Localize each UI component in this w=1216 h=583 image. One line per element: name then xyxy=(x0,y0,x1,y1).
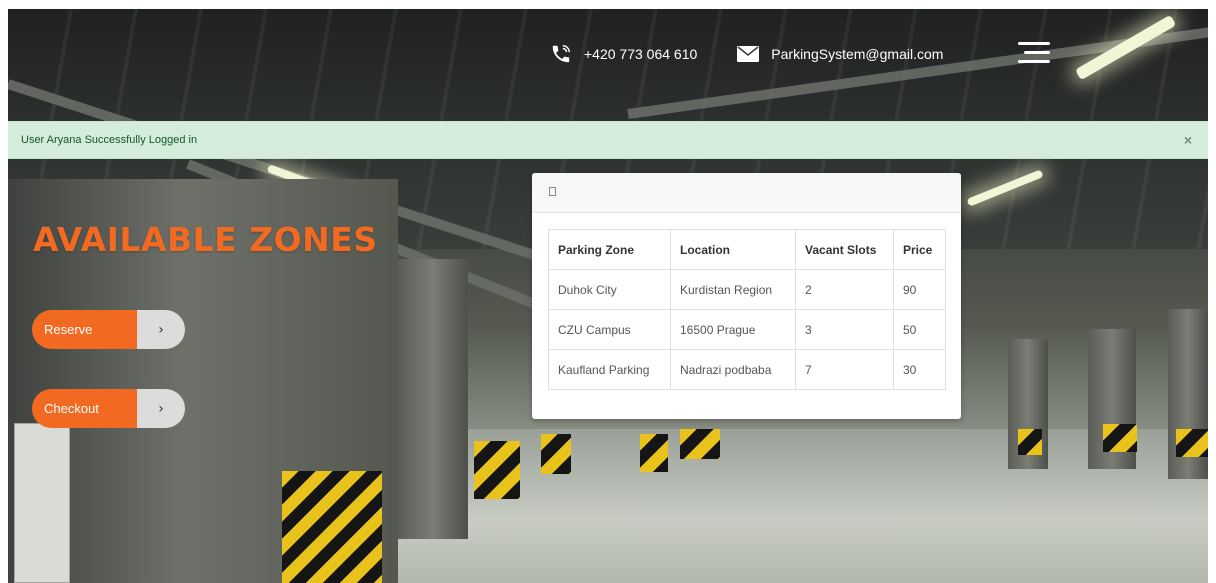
alert-close-button[interactable]: × xyxy=(1184,132,1192,148)
hazard-stripe xyxy=(282,471,382,583)
chevron-right-icon: › xyxy=(137,389,185,428)
table-cell: 2 xyxy=(795,269,894,310)
column-header: Location xyxy=(670,229,796,270)
placeholder-glyph-icon xyxy=(549,187,556,196)
zones-table: Parking Zone Location Vacant Slots Price… xyxy=(548,229,946,390)
table-row: CZU Campus 16500 Prague 3 50 xyxy=(548,309,946,350)
column-header: Parking Zone xyxy=(548,229,671,270)
table-header-row: Parking Zone Location Vacant Slots Price xyxy=(548,229,946,270)
hazard-stripe xyxy=(474,441,520,499)
table-cell: 16500 Prague xyxy=(670,309,796,350)
phone-icon xyxy=(552,45,570,63)
column-header: Price xyxy=(893,229,946,270)
checkout-button[interactable]: Checkout › xyxy=(32,389,185,428)
table-cell: Kaufland Parking xyxy=(548,349,671,390)
table-cell: CZU Campus xyxy=(548,309,671,350)
alert-message: User Aryana Successfully Logged in xyxy=(21,134,198,146)
zones-card: Parking Zone Location Vacant Slots Price… xyxy=(532,173,961,419)
column-header: Vacant Slots xyxy=(795,229,894,270)
checkout-button-label: Checkout xyxy=(32,389,137,428)
wall-door xyxy=(14,423,70,583)
table-cell: Nadrazi podbaba xyxy=(670,349,796,390)
hazard-stripe xyxy=(680,429,720,459)
page-title: AVAILABLE ZONES xyxy=(33,220,378,259)
hazard-stripe xyxy=(1176,429,1208,457)
envelope-icon xyxy=(737,46,760,62)
reserve-button[interactable]: Reserve › xyxy=(32,310,185,349)
table-cell: Duhok City xyxy=(548,269,671,310)
email-address: ParkingSystem@gmail.com xyxy=(771,46,944,62)
chevron-right-icon: › xyxy=(137,310,185,349)
hazard-stripe xyxy=(1018,429,1042,455)
table-row: Kaufland Parking Nadrazi podbaba 7 30 xyxy=(548,349,946,390)
card-header xyxy=(532,173,961,213)
table-row: Duhok City Kurdistan Region 2 90 xyxy=(548,269,946,310)
pillar xyxy=(398,259,468,539)
table-cell: 50 xyxy=(893,309,946,350)
table-cell: 7 xyxy=(795,349,894,390)
table-cell: Kurdistan Region xyxy=(670,269,796,310)
login-success-alert: User Aryana Successfully Logged in × xyxy=(8,121,1208,159)
hazard-stripe xyxy=(541,434,571,474)
hazard-stripe xyxy=(640,434,668,472)
table-cell: 30 xyxy=(893,349,946,390)
table-cell: 90 xyxy=(893,269,946,310)
hamburger-menu-icon[interactable] xyxy=(1018,42,1050,64)
contact-bar: +420 773 064 610 ParkingSystem@gmail.com xyxy=(550,40,983,68)
reserve-button-label: Reserve xyxy=(32,310,137,349)
table-cell: 3 xyxy=(795,309,894,350)
phone-number: +420 773 064 610 xyxy=(584,46,698,62)
email-contact[interactable]: ParkingSystem@gmail.com xyxy=(737,46,943,62)
hazard-stripe xyxy=(1103,424,1137,452)
phone-contact[interactable]: +420 773 064 610 xyxy=(550,43,697,65)
